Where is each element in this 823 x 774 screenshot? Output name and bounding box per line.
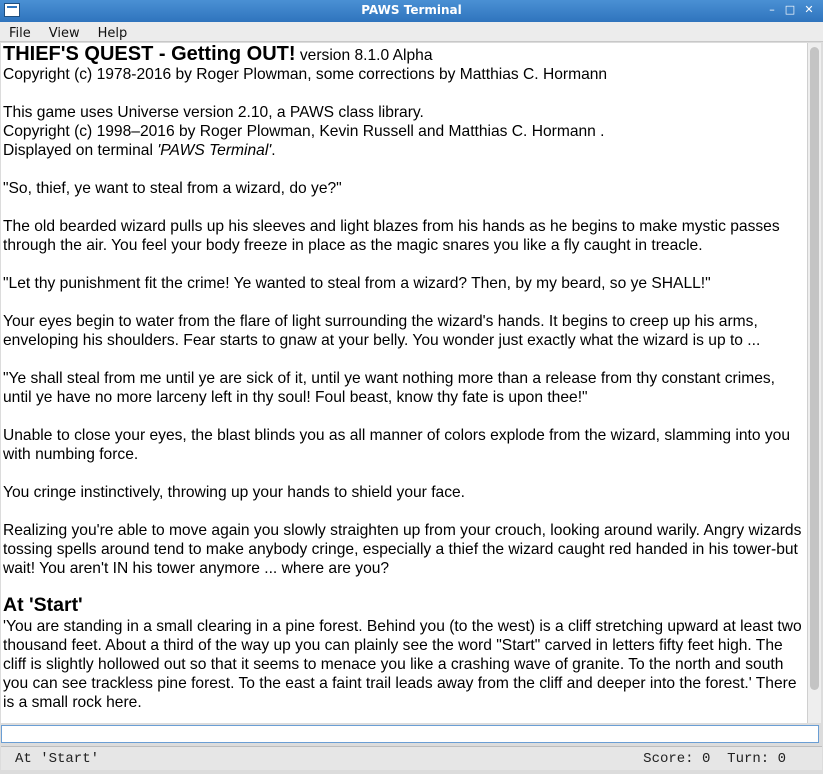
terminal-name: 'PAWS Terminal' — [157, 142, 272, 159]
vertical-scrollbar[interactable] — [807, 43, 821, 723]
menu-bar: File View Help — [0, 22, 823, 42]
scrollbar-thumb[interactable] — [810, 47, 819, 690]
menu-help[interactable]: Help — [89, 24, 137, 41]
menu-view[interactable]: View — [40, 24, 89, 41]
story-paragraph: "Let thy punishment fit the crime! Ye wa… — [3, 275, 711, 292]
command-input-box — [1, 725, 819, 746]
status-bar: At 'Start' Score: 0 Turn: 0 — [1, 746, 822, 770]
maximize-icon[interactable]: □ — [783, 3, 797, 17]
story-paragraph: Your eyes begin to water from the flare … — [3, 313, 761, 349]
story-paragraph: "So, thief, ye want to steal from a wiza… — [3, 180, 342, 197]
story-paragraph: You cringe instinctively, throwing up yo… — [3, 484, 466, 501]
title-bar: PAWS Terminal – □ ✕ — [0, 0, 823, 22]
copyright-line: Copyright (c) 1978-2016 by Roger Plowman… — [3, 66, 608, 83]
location-heading: At 'Start' — [3, 594, 83, 616]
status-score-turn: Score: 0 Turn: 0 — [643, 751, 786, 767]
minimize-icon[interactable]: – — [765, 3, 779, 17]
terminal-line-prefix: Displayed on terminal — [3, 142, 158, 159]
universe-copyright: Copyright (c) 1998–2016 by Roger Plowman… — [3, 123, 605, 140]
game-title: THIEF'S QUEST - Getting OUT! — [3, 43, 296, 65]
location-description: 'You are standing in a small clearing in… — [3, 618, 802, 711]
window-title: PAWS Terminal — [361, 3, 462, 17]
story-paragraph: Realizing you're able to move again you … — [3, 522, 802, 577]
story-paragraph: Unable to close your eyes, the blast bli… — [3, 427, 791, 463]
close-icon[interactable]: ✕ — [802, 3, 816, 17]
terminal-line-suffix: . — [271, 142, 276, 159]
terminal-line: Displayed on terminal 'PAWS Terminal'. — [3, 141, 807, 160]
game-header: THIEF'S QUEST - Getting OUT! version 8.1… — [3, 43, 807, 65]
story-paragraph: "Ye shall steal from me until ye are sic… — [3, 370, 776, 406]
status-location: At 'Start' — [15, 751, 100, 767]
command-input[interactable] — [2, 729, 818, 746]
universe-line: This game uses Universe version 2.10, a … — [3, 104, 424, 121]
game-version: version 8.1.0 Alpha — [295, 47, 433, 64]
menu-file[interactable]: File — [0, 24, 40, 41]
story-paragraph: The old bearded wizard pulls up his slee… — [3, 218, 780, 254]
terminal-output[interactable]: THIEF'S QUEST - Getting OUT! version 8.1… — [1, 43, 807, 723]
